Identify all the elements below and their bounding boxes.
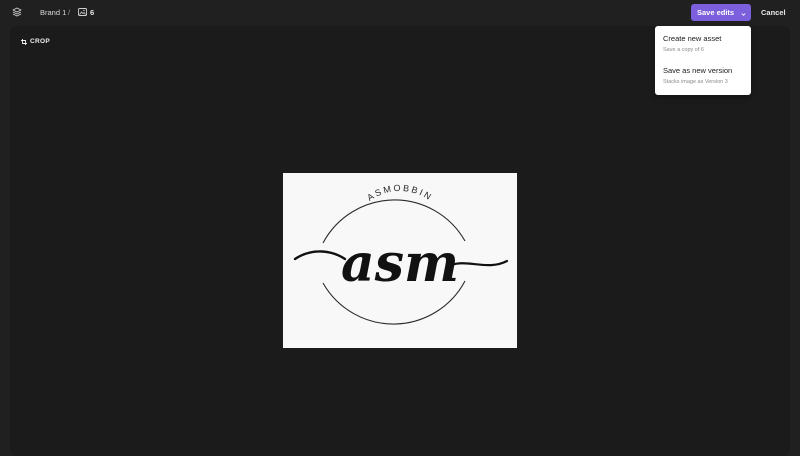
crop-icon	[21, 38, 27, 45]
top-bar: Brand 1 / 6 Save edits Cancel	[0, 0, 800, 25]
breadcrumb-brand[interactable]: Brand 1	[40, 8, 66, 17]
logo-script-text: asm	[341, 233, 459, 294]
crop-tool-button[interactable]: CROP	[21, 38, 50, 45]
menu-item-save-as-new-version[interactable]: Save as new version Stacks image as Vers…	[663, 66, 732, 86]
menu-item-subtitle: Save a copy of 6	[663, 47, 704, 53]
image-icon	[78, 8, 87, 16]
menu-item-create-new-asset[interactable]: Create new asset Save a copy of 6	[663, 34, 721, 54]
breadcrumb-asset-name: 6	[90, 8, 95, 17]
menu-item-subtitle: Stacks image as Version 3	[663, 79, 728, 85]
menu-item-title: Save as new version	[663, 66, 733, 75]
layers-icon[interactable]	[12, 7, 22, 17]
save-edits-button[interactable]: Save edits	[691, 4, 751, 21]
save-edits-label: Save edits	[697, 8, 735, 17]
asmobbin-logo: ASMOBBIN asm	[293, 183, 509, 325]
chevron-down-icon[interactable]	[741, 10, 746, 16]
edited-image[interactable]: ASMOBBIN asm	[283, 173, 517, 348]
save-options-menu: Create new asset Save a copy of 6 Save a…	[655, 26, 751, 95]
crop-label: CROP	[30, 38, 50, 45]
cancel-button[interactable]: Cancel	[761, 8, 786, 17]
menu-item-title: Create new asset	[663, 34, 722, 43]
breadcrumb-separator: /	[68, 8, 71, 17]
